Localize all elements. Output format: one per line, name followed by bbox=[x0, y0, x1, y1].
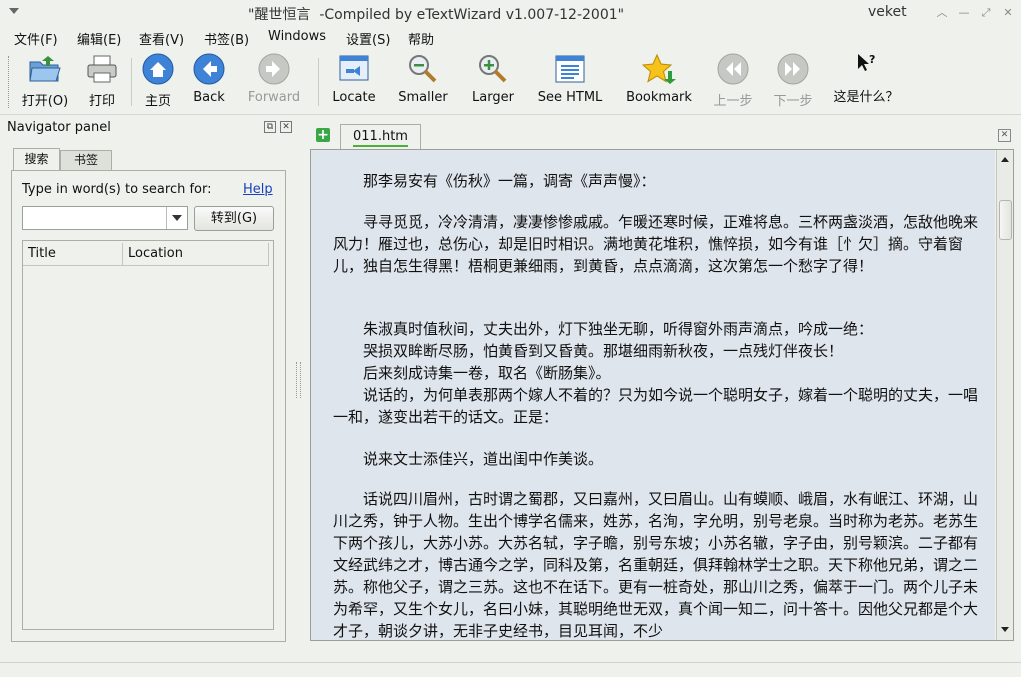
paragraph: 后来刻成诗集一卷，取名《断肠集》。 bbox=[333, 364, 611, 382]
toolbar-grip[interactable] bbox=[8, 56, 11, 108]
scroll-up-icon[interactable] bbox=[998, 152, 1012, 166]
zoom-out-icon bbox=[406, 52, 440, 86]
scrollbar-thumb[interactable] bbox=[999, 200, 1012, 240]
home-button[interactable]: 主页 bbox=[140, 52, 176, 110]
search-results-list[interactable]: Title Location bbox=[22, 240, 274, 630]
minimize-icon[interactable]: — bbox=[956, 5, 972, 21]
next-step-button[interactable]: 下一步 bbox=[772, 52, 814, 110]
toolbar-separator bbox=[318, 58, 319, 106]
chevron-down-icon[interactable] bbox=[166, 207, 187, 229]
paragraph: 寻寻觅觅，冷冷清清，凄凄惨惨戚戚。乍暖还寒时候，正难将息。三杯两盏淡酒，怎敌他晚… bbox=[333, 213, 979, 275]
maximize-icon[interactable]: ⤢ bbox=[978, 5, 994, 21]
search-label: Type in word(s) to search for: bbox=[22, 182, 212, 197]
whats-this-button[interactable]: ? 这是什么？ bbox=[832, 50, 900, 108]
smaller-button[interactable]: Smaller bbox=[396, 52, 450, 110]
paragraph: 话说四川眉州，古时谓之蜀郡，又曰嘉州，又曰眉山。山有蟆顺、峨眉，水有岷江、环湖，… bbox=[333, 490, 979, 640]
float-panel-icon[interactable]: ⧉ bbox=[264, 121, 276, 133]
navigator-title: Navigator panel bbox=[7, 120, 111, 135]
forward-button[interactable]: Forward bbox=[244, 52, 304, 110]
paragraph: 那李易安有《伤秋》一篇，调寄《声声慢》： bbox=[333, 172, 656, 190]
close-icon[interactable]: ✕ bbox=[1000, 5, 1016, 21]
previous-step-button[interactable]: 上一步 bbox=[712, 52, 754, 110]
back-arrow-icon bbox=[192, 52, 226, 86]
bookmark-button[interactable]: Bookmark bbox=[623, 52, 695, 110]
svg-text:?: ? bbox=[869, 53, 875, 66]
html-source-icon bbox=[553, 52, 587, 86]
title-bar: "醒世恒言 -Compiled by eTextWizard v1.007-12… bbox=[0, 0, 1021, 26]
close-tab-icon[interactable]: ✕ bbox=[998, 129, 1011, 142]
toolbar: 打开(O) 打印 主页 Back Forward Locate Smaller … bbox=[0, 48, 1021, 115]
help-link[interactable]: Help bbox=[243, 182, 273, 197]
larger-button[interactable]: Larger bbox=[469, 52, 517, 110]
new-tab-icon[interactable]: + bbox=[316, 128, 330, 142]
menu-file[interactable]: 文件(F) bbox=[14, 29, 58, 48]
locate-icon bbox=[337, 52, 371, 86]
document-tab-bar: + 011.htm ✕ bbox=[310, 123, 1011, 149]
column-header-title[interactable]: Title bbox=[23, 243, 123, 266]
open-button[interactable]: 打开(O) bbox=[18, 52, 72, 110]
printer-icon bbox=[85, 52, 119, 86]
menu-bookmarks[interactable]: 书签(B) bbox=[204, 29, 249, 48]
menu-help[interactable]: 帮助 bbox=[408, 29, 434, 48]
vertical-scrollbar[interactable] bbox=[996, 150, 1013, 640]
paragraph: 哭损双眸断尽肠，怕黄昏到又昏黄。那堪细雨新秋夜，一点残灯伴夜长！ bbox=[333, 342, 844, 360]
document-content: 那李易安有《伤秋》一篇，调寄《声声慢》： 寻寻觅觅，冷冷清清，凄凄惨惨戚戚。乍暖… bbox=[311, 150, 995, 640]
print-button[interactable]: 打印 bbox=[84, 52, 120, 110]
tab-bookmarks[interactable]: 书签 bbox=[60, 150, 112, 170]
column-header-location[interactable]: Location bbox=[123, 243, 269, 266]
menu-view[interactable]: 查看(V) bbox=[139, 29, 184, 48]
paragraph: 说话的，为何单表那两个嫁人不着的？只为如今说一个聪明女子，嫁着一个聪明的丈夫，一… bbox=[333, 386, 979, 426]
status-bar bbox=[0, 662, 1021, 677]
window-menu-icon[interactable] bbox=[9, 8, 19, 14]
navigator-header: Navigator panel ⧉ ✕ bbox=[6, 118, 296, 138]
menu-edit[interactable]: 编辑(E) bbox=[77, 29, 121, 48]
tab-document[interactable]: 011.htm bbox=[340, 124, 421, 149]
menu-settings[interactable]: 设置(S) bbox=[346, 29, 390, 48]
active-tab-indicator bbox=[353, 145, 408, 147]
toolbar-separator bbox=[131, 58, 132, 106]
paragraph: 朱淑真时值秋间，丈夫出外，灯下独坐无聊，听得窗外雨声滴点，吟成一绝： bbox=[333, 320, 874, 338]
panel-splitter[interactable] bbox=[296, 362, 301, 398]
whats-this-cursor-icon: ? bbox=[849, 50, 883, 78]
search-input[interactable] bbox=[22, 206, 188, 230]
window-title: "醒世恒言 -Compiled by eTextWizard v1.007-12… bbox=[248, 7, 625, 23]
folder-open-icon bbox=[28, 52, 62, 86]
shade-icon[interactable]: ︿ bbox=[934, 5, 950, 21]
menu-windows[interactable]: Windows bbox=[268, 29, 326, 44]
close-panel-icon[interactable]: ✕ bbox=[280, 121, 292, 133]
see-html-button[interactable]: See HTML bbox=[533, 52, 607, 110]
home-icon bbox=[141, 52, 175, 86]
rewind-icon bbox=[716, 52, 750, 86]
document-viewer: 那李易安有《伤秋》一篇，调寄《声声慢》： 寻寻觅觅，冷冷清清，凄凄惨惨戚戚。乍暖… bbox=[310, 149, 1014, 641]
tab-search[interactable]: 搜索 bbox=[13, 148, 60, 170]
zoom-in-icon bbox=[476, 52, 510, 86]
fast-forward-icon bbox=[776, 52, 810, 86]
scroll-down-icon[interactable] bbox=[998, 622, 1012, 636]
forward-arrow-icon bbox=[257, 52, 291, 86]
document-tab-label: 011.htm bbox=[353, 129, 408, 144]
user-name: veket bbox=[868, 4, 907, 20]
back-button[interactable]: Back bbox=[189, 52, 229, 110]
menu-bar: 文件(F) 编辑(E) 查看(V) 书签(B) Windows 设置(S) 帮助 bbox=[0, 26, 1021, 48]
goto-button[interactable]: 转到(G) bbox=[194, 206, 274, 231]
paragraph: 说来文士添佳兴，道出闺中作美谈。 bbox=[333, 450, 604, 468]
locate-button[interactable]: Locate bbox=[330, 52, 378, 110]
star-bookmark-icon bbox=[642, 52, 676, 86]
